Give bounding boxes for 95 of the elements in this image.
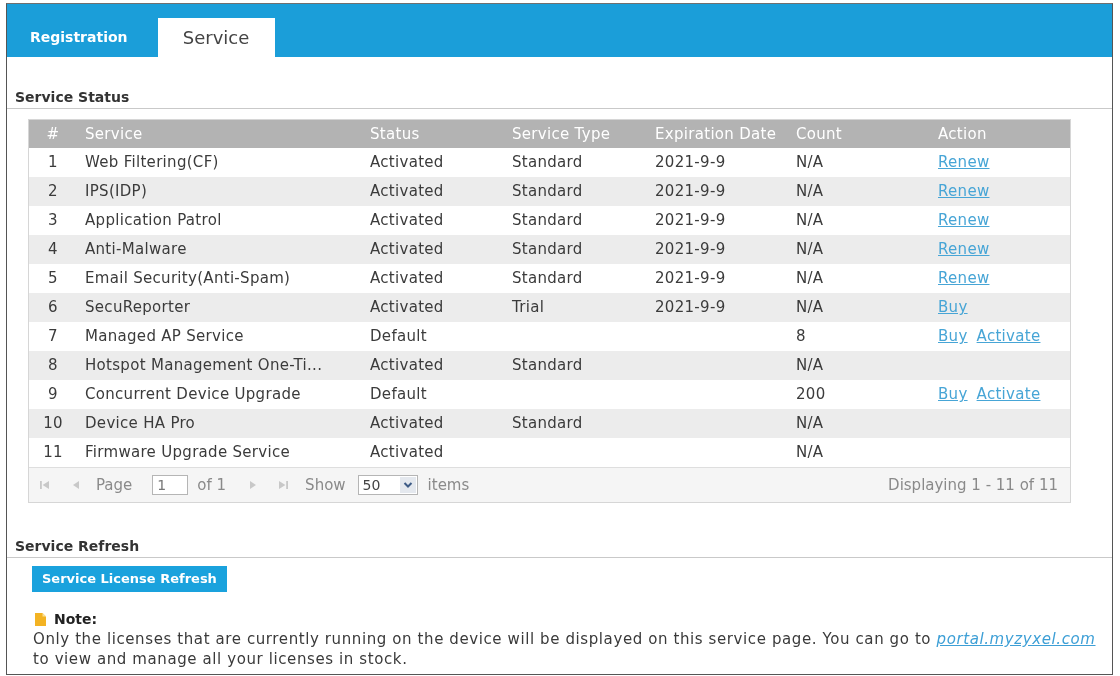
table-cell-text: N/A bbox=[796, 239, 824, 261]
action-link[interactable]: Renew bbox=[938, 151, 990, 174]
table-cell-text: Hotspot Management One-Ti... bbox=[85, 355, 323, 377]
table-cell-text: Application Patrol bbox=[85, 210, 222, 232]
table-cell-text: Standard bbox=[512, 181, 583, 203]
table-cell-text: Anti-Malware bbox=[85, 239, 187, 261]
table-cell-text: Email Security(Anti-Spam) bbox=[85, 268, 291, 290]
table-cell-text: Activated bbox=[370, 355, 444, 377]
note-text: Only the licenses that are currently running on the device will be displayed on this service page. You can go to portal.myzyxel.com to view and manage all your licenses in stock. bbox=[33, 629, 1097, 669]
table-cell-text: 2 bbox=[48, 181, 58, 203]
table-cell-text: 11 bbox=[43, 442, 63, 464]
table-cell-text: N/A bbox=[796, 181, 824, 203]
table-cell-text: Concurrent Device Upgrade bbox=[85, 384, 301, 406]
action-link[interactable]: Activate bbox=[976, 325, 1041, 348]
table-cell-text: Activated bbox=[370, 413, 444, 435]
tab[interactable]: Service bbox=[157, 18, 275, 57]
column-header: Action bbox=[937, 125, 987, 143]
tab[interactable]: Registration bbox=[15, 18, 143, 57]
table-cell-text: N/A bbox=[796, 413, 824, 435]
table-cell-text: Standard bbox=[512, 152, 583, 174]
section-title: Service Status bbox=[14, 88, 130, 107]
table-cell-text: Activated bbox=[370, 210, 444, 232]
table-cell-text: Activated bbox=[370, 297, 444, 319]
table-cell-text: 2021-9-9 bbox=[655, 239, 726, 261]
column-header: Status bbox=[369, 125, 420, 143]
table-cell-text: N/A bbox=[796, 297, 824, 319]
column-header: Service Type bbox=[511, 125, 611, 143]
portal-link[interactable]: portal.myzyxel.com bbox=[936, 630, 1096, 648]
table-cell-text: 2021-9-9 bbox=[655, 268, 726, 290]
section-title: Service Refresh bbox=[14, 537, 140, 556]
action-link[interactable]: Renew bbox=[938, 209, 990, 232]
triangle-right-icon bbox=[247, 480, 257, 490]
table-cell-text: Default bbox=[370, 384, 427, 406]
display-summary: Displaying 1 - 11 of 11 bbox=[888, 474, 1058, 496]
table-cell-text: Activated bbox=[370, 152, 444, 174]
table-cell-text: 10 bbox=[43, 413, 63, 435]
table-cell-text: Standard bbox=[512, 413, 583, 435]
show-label: Show bbox=[305, 474, 346, 496]
table-cell-text: N/A bbox=[796, 355, 824, 377]
page-label: Page bbox=[96, 474, 133, 496]
action-link[interactable]: Buy bbox=[938, 325, 968, 348]
table-cell-text: 5 bbox=[48, 268, 58, 290]
table-cell-text: Managed AP Service bbox=[85, 326, 244, 348]
table-cell-text: Activated bbox=[370, 442, 444, 464]
table-cell-text: Device HA Pro bbox=[85, 413, 196, 435]
skip-forward-icon bbox=[278, 480, 288, 490]
table-cell-text: 2021-9-9 bbox=[655, 152, 726, 174]
column-header: Service bbox=[84, 125, 143, 143]
skip-back-icon bbox=[39, 480, 49, 490]
table-cell-text: 7 bbox=[48, 326, 58, 348]
table-cell-text: 6 bbox=[48, 297, 58, 319]
caret-icon bbox=[399, 477, 416, 493]
table-cell-text: N/A bbox=[796, 442, 824, 464]
column-header: Expiration Date bbox=[654, 125, 777, 143]
page-input[interactable]: 1 bbox=[152, 475, 189, 495]
page-count: of 1 bbox=[197, 474, 227, 496]
table-cell-text: 4 bbox=[48, 239, 58, 261]
table-cell-text: 3 bbox=[48, 210, 58, 232]
table-cell-text: 8 bbox=[48, 355, 58, 377]
table-cell-text: Trial bbox=[512, 297, 545, 319]
table-cell-text: 8 bbox=[796, 326, 806, 348]
column-header: # bbox=[46, 123, 60, 145]
note-title: Note: bbox=[54, 610, 98, 628]
items-label: items bbox=[427, 474, 470, 496]
table-cell-text: N/A bbox=[796, 210, 824, 232]
note-icon bbox=[35, 612, 46, 626]
table-cell-text: Standard bbox=[512, 355, 583, 377]
table-cell-text: Web Filtering(CF) bbox=[85, 152, 219, 174]
table-cell-text: Standard bbox=[512, 239, 583, 261]
action-link[interactable]: Renew bbox=[938, 238, 990, 261]
table-cell-text: 2021-9-9 bbox=[655, 297, 726, 319]
table-cell-text: SecuReporter bbox=[85, 297, 191, 319]
table-cell-text: Activated bbox=[370, 239, 444, 261]
table-cell-text: N/A bbox=[796, 268, 824, 290]
action-link[interactable]: Activate bbox=[976, 383, 1041, 406]
action-link[interactable]: Buy bbox=[938, 383, 968, 406]
table-cell-text: 1 bbox=[48, 152, 58, 174]
table-cell-text: IPS(IDP) bbox=[85, 181, 148, 203]
table-cell-text: N/A bbox=[796, 152, 824, 174]
action-link[interactable]: Buy bbox=[938, 296, 968, 319]
table-cell-text: Default bbox=[370, 326, 427, 348]
license-refresh-button[interactable]: Service License Refresh bbox=[32, 566, 227, 592]
page-size-select[interactable]: 50 bbox=[357, 475, 418, 495]
table-cell-text: 200 bbox=[796, 384, 826, 406]
table-cell-text: 2021-9-9 bbox=[655, 210, 726, 232]
table-cell-text: Activated bbox=[370, 268, 444, 290]
table-cell-text: 9 bbox=[48, 384, 58, 406]
action-link[interactable]: Renew bbox=[938, 267, 990, 290]
column-header: Count bbox=[795, 125, 843, 143]
action-link[interactable]: Renew bbox=[938, 180, 990, 203]
table-cell-text: Standard bbox=[512, 210, 583, 232]
table-cell-text: 2021-9-9 bbox=[655, 181, 726, 203]
table-cell-text: Firmware Upgrade Service bbox=[85, 442, 291, 464]
table-cell-text: Standard bbox=[512, 268, 583, 290]
table-cell-text: Activated bbox=[370, 181, 444, 203]
